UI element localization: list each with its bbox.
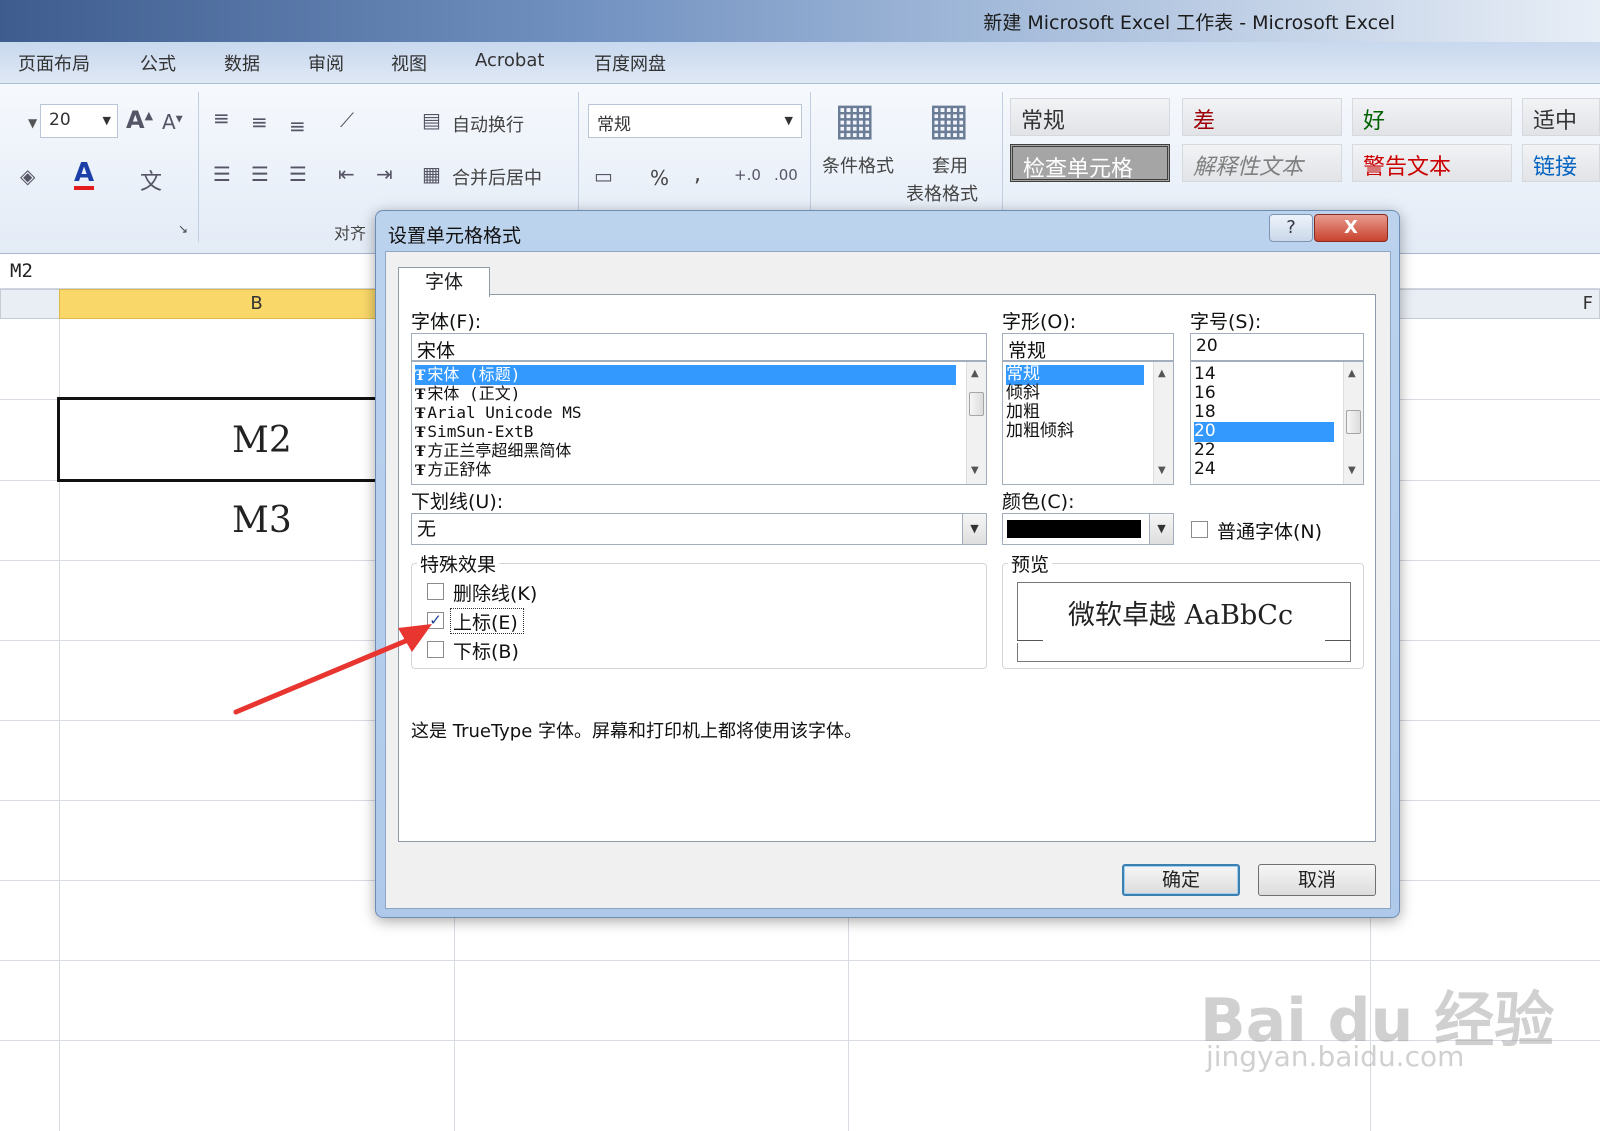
annotation-arrow [233, 624, 432, 715]
arrow-head [398, 624, 432, 652]
arrow-shaft [233, 637, 411, 715]
tab-font[interactable]: 字体 [398, 267, 490, 297]
baidu-watermark-url: jingyan.baidu.com [1206, 1040, 1465, 1073]
